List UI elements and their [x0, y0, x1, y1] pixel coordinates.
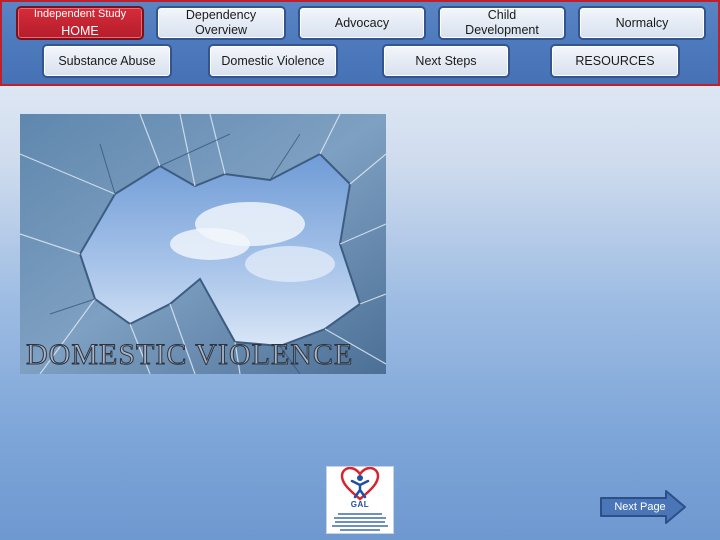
normalcy-label: Normalcy	[615, 15, 669, 30]
next-steps-label: Next Steps	[415, 53, 477, 68]
advocacy-button[interactable]: Advocacy	[298, 6, 426, 40]
next-page-button[interactable]: Next Page	[600, 490, 686, 524]
substance-abuse-button[interactable]: Substance Abuse	[42, 44, 172, 78]
resources-button[interactable]: RESOURCES	[550, 44, 680, 78]
next-steps-button[interactable]: Next Steps	[382, 44, 510, 78]
dependency-overview-button[interactable]: Dependency Overview	[156, 6, 286, 40]
dependency-overview-line2: Overview	[194, 23, 248, 37]
child-development-line1: Child	[487, 8, 517, 22]
logo-fine-print	[331, 511, 389, 531]
gal-logo: GAL	[326, 466, 394, 534]
home-button-label: HOME	[61, 23, 99, 38]
advocacy-label: Advocacy	[334, 15, 390, 30]
normalcy-button[interactable]: Normalcy	[578, 6, 706, 40]
child-development-button[interactable]: Child Development	[438, 6, 566, 40]
next-page-label: Next Page	[614, 501, 666, 513]
dependency-overview-line1: Dependency	[185, 8, 257, 22]
resources-label: RESOURCES	[575, 53, 655, 68]
child-development-line2: Development	[465, 23, 539, 37]
broken-glass-image: DOMESTIC VIOLENCE	[20, 114, 386, 374]
substance-abuse-label: Substance Abuse	[58, 53, 156, 68]
logo-text: GAL	[350, 500, 370, 509]
domestic-violence-button[interactable]: Domestic Violence	[208, 44, 338, 78]
domestic-violence-label: Domestic Violence	[221, 53, 325, 68]
home-button[interactable]: Independent Study HOME	[16, 6, 144, 40]
broken-glass-illustration	[20, 114, 386, 374]
home-button-subtitle: Independent Study	[33, 7, 127, 20]
top-navigation-bar: Independent Study HOME Dependency Overvi…	[0, 0, 720, 86]
hero-title: DOMESTIC VIOLENCE	[25, 338, 354, 372]
heart-figure-icon	[340, 467, 380, 501]
